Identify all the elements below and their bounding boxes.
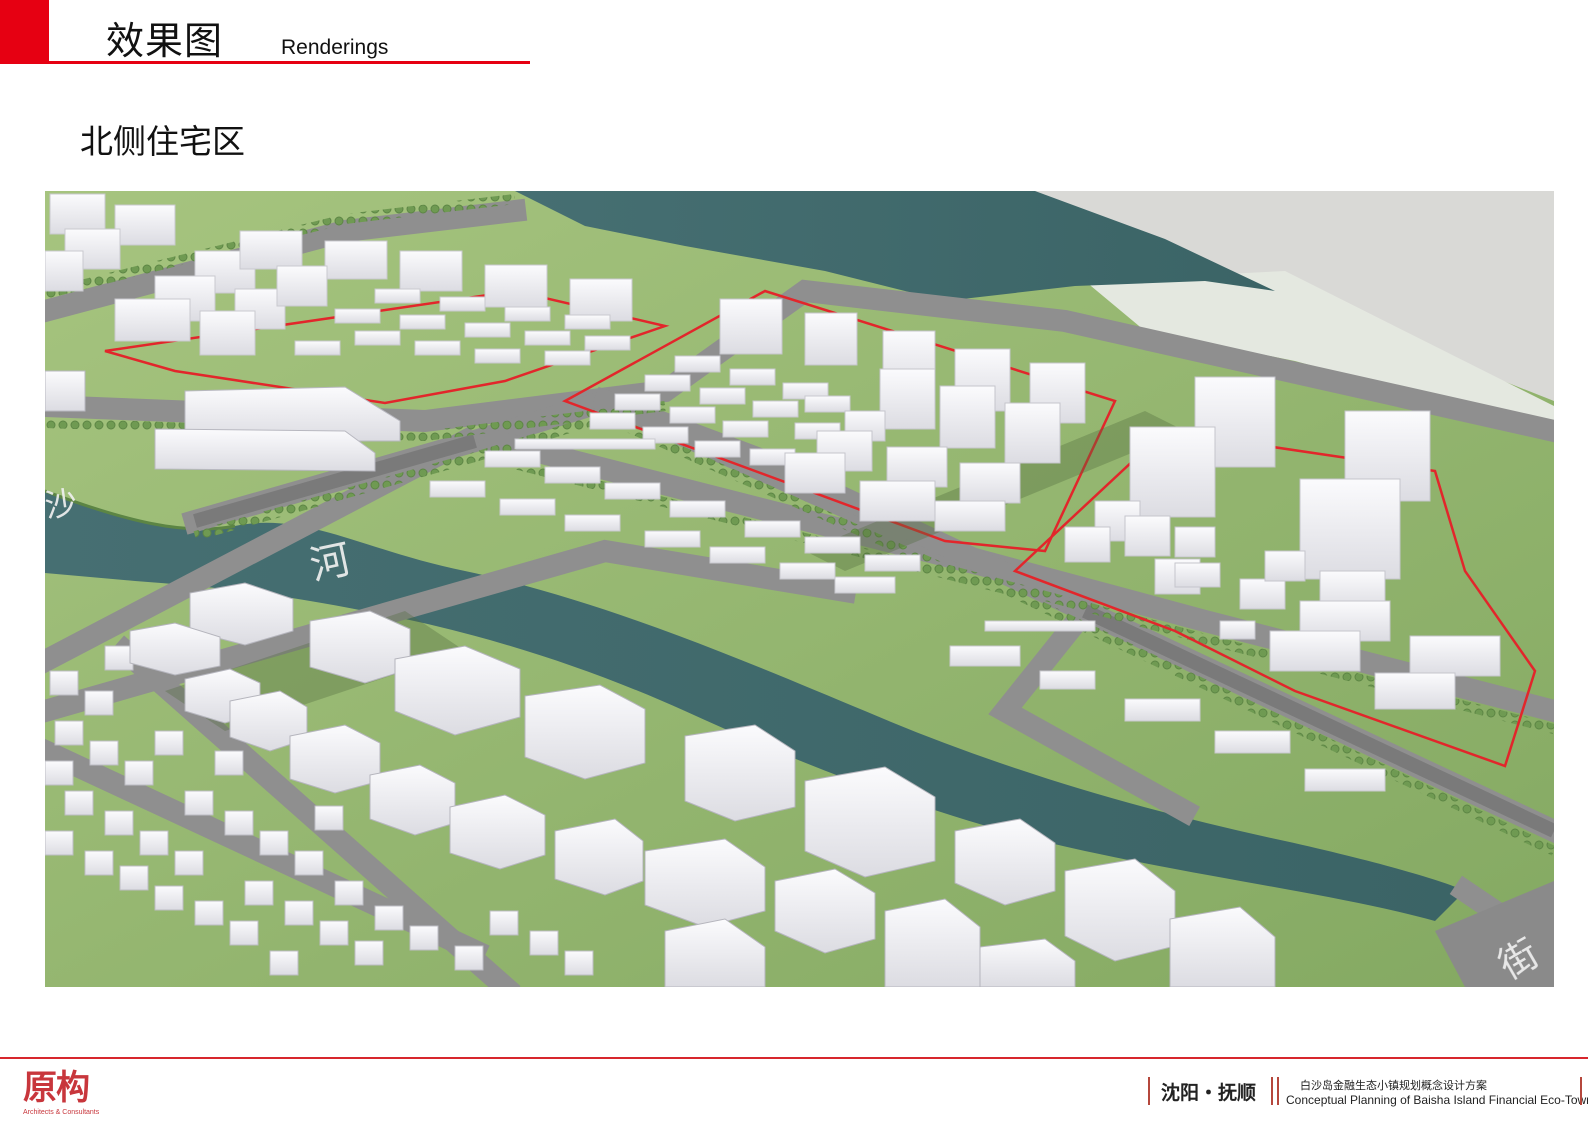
footer-separator-4 — [1580, 1077, 1582, 1105]
footer-separator-1 — [1148, 1077, 1150, 1105]
footer-project-title-en: Conceptual Planning of Baisha Island Fin… — [1286, 1093, 1588, 1107]
firm-logo: 原构 Architects & Consultants — [23, 1068, 113, 1120]
footer-project-title-cn: 白沙岛金融生态小镇规划概念设计方案 — [1300, 1079, 1487, 1092]
footer-divider — [0, 1057, 1588, 1059]
section-title: 北侧住宅区 — [80, 122, 245, 161]
river-label-sha: 沙 — [45, 483, 79, 525]
header-accent-block — [0, 0, 49, 64]
page-header-subtitle: Renderings — [281, 36, 389, 59]
footer-separator-2 — [1271, 1077, 1273, 1105]
logo-subtitle: Architects & Consultants — [23, 1109, 100, 1116]
header-divider — [49, 61, 530, 64]
footer-cities: 沈阳・抚顺 — [1161, 1082, 1257, 1104]
aerial-rendering-image: 河 沙 街 — [45, 191, 1554, 987]
page-header-title: 效果图 — [106, 19, 224, 63]
logo-mark: 原构 — [23, 1068, 90, 1108]
rendering-illustration: 河 沙 街 — [45, 191, 1554, 987]
footer-separator-3 — [1277, 1077, 1279, 1105]
